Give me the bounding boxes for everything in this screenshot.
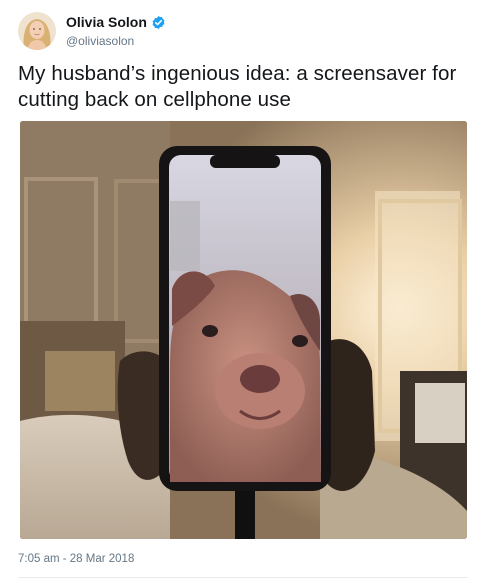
author-handle[interactable]: @oliviasolon bbox=[66, 33, 166, 49]
tweet-photo[interactable] bbox=[20, 121, 467, 539]
display-name-row: Olivia Solon bbox=[66, 13, 166, 31]
divider bbox=[18, 577, 468, 578]
tweet-text: My husband’s ingenious idea: a screensav… bbox=[18, 62, 457, 111]
avatar[interactable] bbox=[18, 12, 56, 50]
author-names: Olivia Solon @oliviasolon bbox=[66, 13, 166, 49]
verified-badge-icon bbox=[151, 15, 166, 30]
tweet-header: Olivia Solon @oliviasolon bbox=[18, 10, 166, 52]
display-name[interactable]: Olivia Solon bbox=[66, 13, 147, 31]
tweet-timestamp[interactable]: 7:05 am - 28 Mar 2018 bbox=[18, 552, 134, 566]
tweet-card: Olivia Solon @oliviasolon My husband’s i… bbox=[0, 0, 481, 579]
